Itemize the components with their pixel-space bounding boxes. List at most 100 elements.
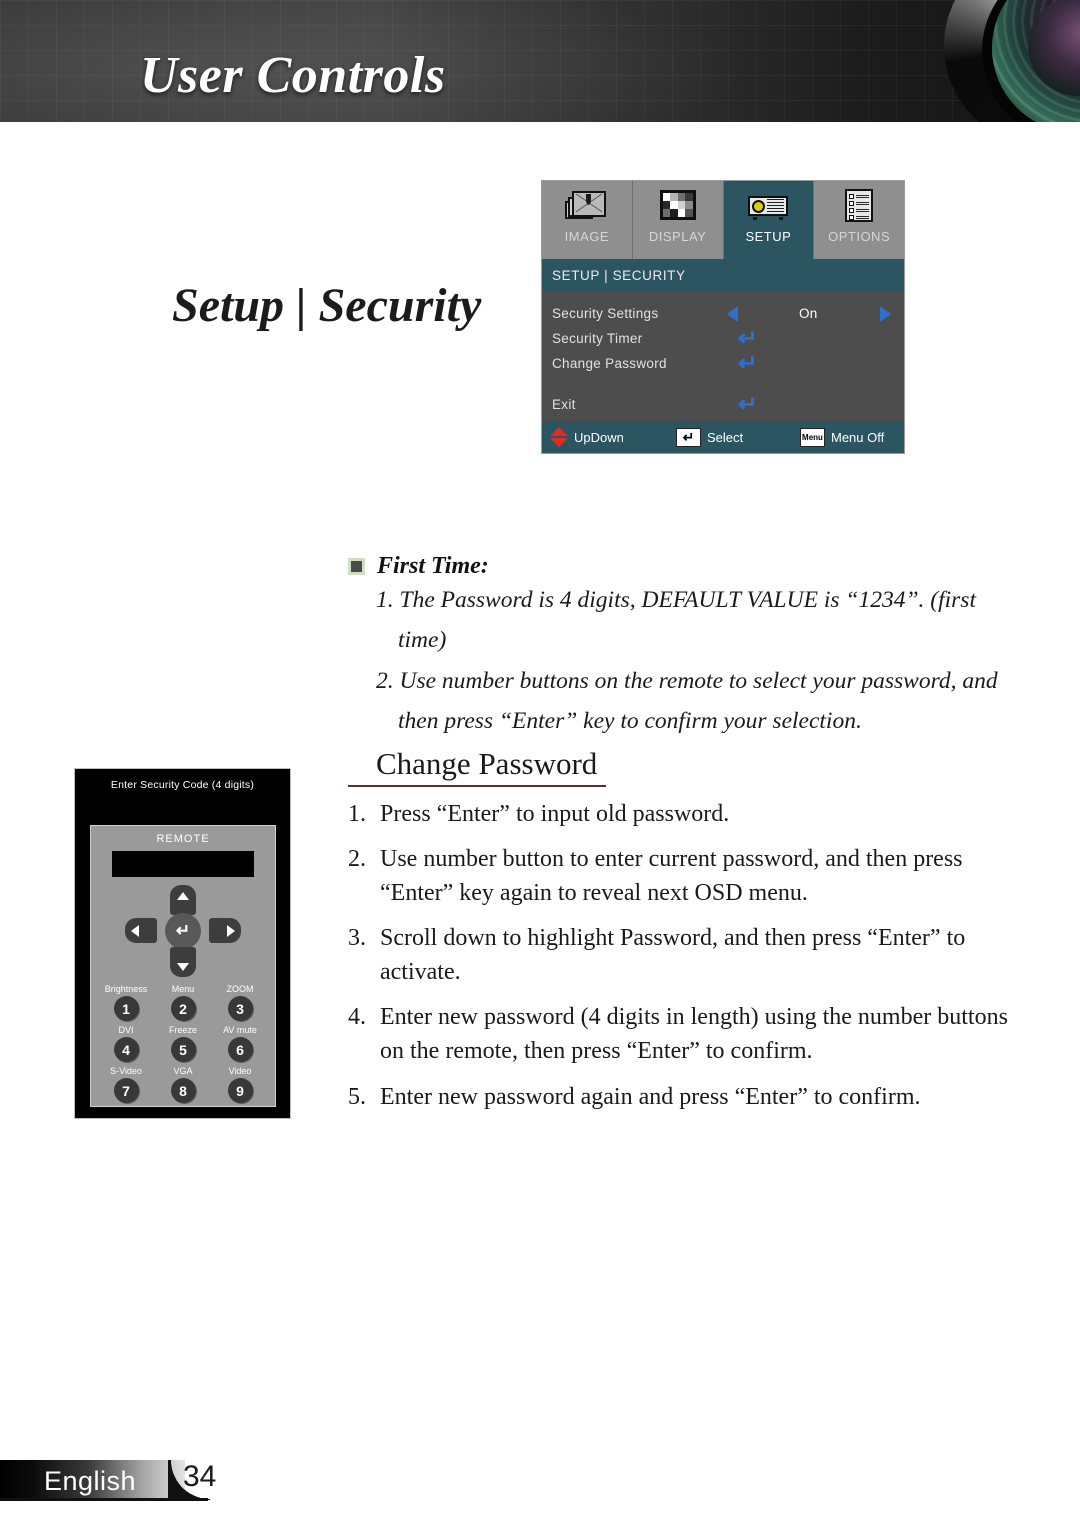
keypad-button-4[interactable]: 4: [113, 1037, 139, 1062]
up-down-arrows-icon: [550, 427, 568, 447]
osd-row-security-settings[interactable]: Security Settings On: [542, 301, 904, 326]
osd-tab-options[interactable]: OPTIONS: [814, 181, 904, 259]
checkerboard-icon: [655, 187, 701, 227]
dpad-enter-button[interactable]: ↵: [165, 913, 201, 949]
osd-tab-bar: IMAGE DISPLAY SETUP OPTIONS: [542, 181, 904, 259]
enter-arrow-icon[interactable]: ↵: [738, 328, 759, 349]
step-text: Use number button to enter current passw…: [380, 846, 963, 907]
page-title: Setup | Security: [172, 279, 482, 332]
keypad-row: S-Video 7 VGA 8 Video 9: [98, 1065, 268, 1103]
hint-updown: UpDown: [550, 427, 670, 447]
keypad-cell-8: VGA 8: [155, 1065, 211, 1103]
triangle-down-icon: [177, 963, 189, 971]
remote-keypad: Brightness 1 Menu 2 ZOOM 3 DVI 4 Freeze …: [98, 983, 268, 1103]
osd-row-label: Change Password: [552, 356, 667, 371]
remote-body: REMOTE ↵ Brightness 1 Menu 2 ZOOM 3 DVI …: [90, 825, 276, 1107]
footer-language: English: [44, 1466, 137, 1496]
triangle-left-icon: [131, 924, 139, 937]
remote-diagram: Enter Security Code (4 digits) REMOTE ↵ …: [74, 768, 291, 1119]
first-time-heading-label: First Time:: [377, 553, 489, 579]
osd-tab-setup[interactable]: SETUP: [723, 181, 815, 259]
dpad-right-button[interactable]: [209, 918, 241, 943]
step-text: Enter new password (4 digits in length) …: [380, 1004, 1008, 1065]
keypad-label: Brightness: [104, 984, 148, 994]
hint-menu-off-label: Menu Off: [831, 429, 885, 445]
osd-row-label: Security Settings: [552, 306, 659, 321]
first-time-section: First Time: 1. The Password is 4 digits,…: [348, 553, 1028, 742]
keypad-label: AV mute: [223, 1025, 257, 1035]
change-password-heading: Change Password: [348, 746, 606, 787]
keypad-label: DVI: [118, 1025, 134, 1035]
keypad-cell-3: ZOOM 3: [212, 983, 268, 1021]
dpad-up-button[interactable]: [170, 885, 196, 915]
footer-rule: [0, 1498, 208, 1501]
remote-caption: Enter Security Code (4 digits): [110, 779, 255, 791]
hint-select-label: Select: [707, 429, 744, 445]
osd-tab-image[interactable]: IMAGE: [542, 181, 633, 259]
osd-menu: IMAGE DISPLAY SETUP OPTIONS SETUP | SECU…: [541, 180, 905, 454]
enter-arrow-icon[interactable]: ↵: [738, 353, 759, 374]
keypad-cell-4: DVI 4: [98, 1024, 154, 1062]
osd-row-label: Security Timer: [552, 331, 643, 346]
step-number: 2.: [348, 846, 366, 873]
enter-key-icon: ↵: [676, 427, 701, 447]
image-stack-icon: [564, 187, 610, 227]
keypad-button-5[interactable]: 5: [170, 1037, 196, 1062]
osd-row-change-password[interactable]: Change Password ↵: [542, 351, 904, 376]
keypad-button-2[interactable]: 2: [170, 996, 196, 1021]
step-text: Press “Enter” to input old password.: [380, 801, 730, 827]
triangle-up-icon: [177, 892, 189, 900]
osd-tab-display[interactable]: DISPLAY: [632, 181, 724, 259]
step-number: 3.: [348, 925, 366, 952]
step-number: 1.: [348, 801, 366, 827]
keypad-button-3[interactable]: 3: [227, 996, 253, 1021]
first-time-heading: First Time:: [348, 553, 1028, 580]
list-item: 1. Press “Enter” to input old password.: [348, 797, 1030, 831]
enter-arrow-icon[interactable]: ↵: [738, 394, 759, 415]
osd-row-value: On: [799, 306, 818, 321]
keypad-label: ZOOM: [226, 984, 254, 994]
osd-spinner-control[interactable]: On: [727, 305, 897, 322]
keypad-label: Video: [228, 1066, 252, 1076]
keypad-label: Freeze: [168, 1025, 197, 1035]
keypad-button-9[interactable]: 9: [227, 1078, 253, 1103]
footer-page-number: 34: [183, 1460, 217, 1493]
arrow-right-icon[interactable]: [880, 305, 891, 322]
keypad-cell-2: Menu 2: [155, 983, 211, 1021]
step-number: 4.: [348, 1004, 366, 1031]
dpad-left-button[interactable]: [125, 918, 157, 943]
first-time-item: 1. The Password is 4 digits, DEFAULT VAL…: [376, 587, 976, 654]
step-text: Enter new password again and press “Ente…: [380, 1083, 921, 1110]
keypad-label: S-Video: [110, 1066, 142, 1076]
osd-row-label: Exit: [552, 397, 576, 412]
page-header: User Controls: [0, 0, 1080, 122]
keypad-row: Brightness 1 Menu 2 ZOOM 3: [98, 983, 268, 1021]
list-item: 5. Enter new password again and press “E…: [348, 1080, 1030, 1114]
osd-row-exit[interactable]: Exit ↵: [542, 392, 904, 417]
keypad-cell-9: Video 9: [212, 1065, 268, 1103]
dpad-down-button[interactable]: [170, 947, 196, 977]
first-time-item: 2. Use number buttons on the remote to s…: [376, 667, 998, 735]
osd-tab-setup-label: SETUP: [745, 229, 792, 244]
keypad-cell-7: S-Video 7: [98, 1065, 154, 1103]
projector-icon: [745, 187, 791, 227]
arrow-left-icon[interactable]: [727, 305, 738, 322]
osd-body: Security Settings On Security Timer ↵ Ch…: [542, 291, 904, 421]
osd-row-security-timer[interactable]: Security Timer ↵: [542, 326, 904, 351]
hint-select: ↵ Select: [676, 427, 794, 447]
triangle-right-icon: [227, 924, 235, 937]
keypad-button-7[interactable]: 7: [113, 1078, 139, 1103]
keypad-button-1[interactable]: 1: [113, 996, 139, 1021]
list-item: 2. Use number button to enter current pa…: [348, 842, 1030, 910]
keypad-cell-1: Brightness 1: [98, 983, 154, 1021]
header-title: User Controls: [140, 47, 446, 104]
osd-tab-options-label: OPTIONS: [828, 229, 891, 244]
hint-updown-label: UpDown: [574, 429, 624, 445]
keypad-button-8[interactable]: 8: [170, 1078, 196, 1103]
remote-display-field: [112, 851, 254, 877]
keypad-button-6[interactable]: 6: [227, 1037, 253, 1062]
menu-key-icon: Menu: [800, 427, 825, 447]
keypad-label: Menu: [171, 984, 195, 994]
hint-menu-off: Menu Menu Off: [800, 427, 885, 447]
checklist-icon: [836, 187, 882, 227]
